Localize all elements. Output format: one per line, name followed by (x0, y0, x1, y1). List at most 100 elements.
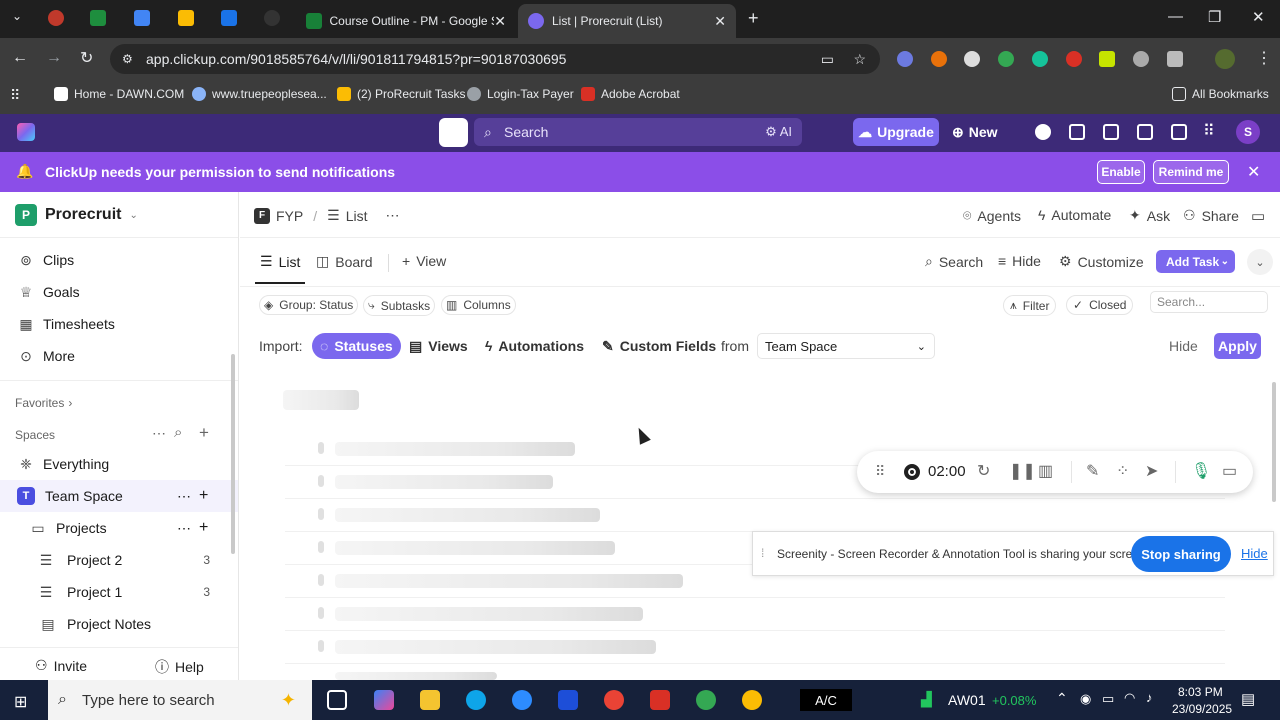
more-dots-icon[interactable]: ⋯ (177, 520, 191, 537)
chrome-icon[interactable] (696, 690, 716, 710)
breadcrumb-list[interactable]: List (346, 208, 368, 224)
new-tab-icon[interactable]: + (748, 8, 759, 29)
clickup-logo-icon[interactable] (17, 123, 35, 141)
tab-list[interactable]: ☰ List (260, 253, 300, 270)
pinned-tab-icon[interactable] (221, 10, 237, 26)
volume-icon[interactable]: ♪ (1146, 690, 1153, 705)
check-circle-icon[interactable] (1035, 124, 1051, 140)
columns-button[interactable]: ▥ Columns (441, 295, 516, 315)
trash-icon[interactable]: ▥ (1038, 461, 1053, 481)
chrome-icon[interactable] (604, 690, 624, 710)
pencil-icon[interactable]: ✎ (1086, 461, 1099, 481)
zoom-icon[interactable] (512, 690, 532, 710)
invite-button[interactable]: ⚇ Invite (35, 657, 87, 674)
pinned-tab-icon[interactable] (134, 10, 150, 26)
microphone-icon[interactable]: 🎙 (1191, 461, 1211, 481)
reload-icon[interactable]: ↻ (80, 48, 93, 68)
bookmark-star-icon[interactable]: ☆ (853, 51, 866, 68)
favorites-header[interactable]: Favorites › (15, 396, 72, 410)
task-view-icon[interactable] (327, 690, 347, 710)
add-icon[interactable]: + (199, 519, 208, 537)
sidebar-item-projects-folder[interactable]: ▭ Projects ⋯ + (0, 512, 238, 544)
tray-chevron-icon[interactable]: ⌃ (1056, 690, 1068, 707)
close-tab-icon[interactable]: ✕ (494, 13, 506, 30)
customize-button[interactable]: ⚙ Customize (1059, 253, 1144, 270)
add-space-icon[interactable]: + (199, 423, 209, 443)
clickup-search-input[interactable]: ⌕ Search ⚙ AI (474, 118, 802, 146)
extension-icon[interactable] (964, 51, 980, 67)
bookmark-item[interactable]: www.truepeoplesea... (192, 87, 327, 101)
tab-course-outline[interactable]: Course Outline - PM - Google S ✕ (296, 4, 516, 38)
bookmark-item[interactable]: Home - DAWN.COM (54, 87, 184, 101)
back-icon[interactable]: ← (12, 49, 28, 67)
bookmark-item[interactable]: (2) ProRecruit Tasks (337, 87, 465, 101)
stock-label[interactable]: AW01 (948, 692, 986, 708)
collapse-icon[interactable]: ⌄ (1247, 249, 1273, 275)
pinned-tab-icon[interactable] (264, 10, 280, 26)
taskbar-search-input[interactable]: ⌕ Type here to search ✦ (48, 680, 312, 720)
apps-grid-icon[interactable]: ⠿ (1203, 121, 1215, 141)
more-dots-icon[interactable]: ⋯ (152, 425, 166, 442)
restart-icon[interactable]: ↻ (977, 461, 990, 481)
more-dots-icon[interactable]: ⋯ (385, 207, 399, 224)
remind-me-button[interactable]: Remind me (1153, 160, 1229, 184)
stop-sharing-button[interactable]: Stop sharing (1131, 536, 1231, 572)
extension-icon[interactable] (897, 51, 913, 67)
apps-grid-icon[interactable]: ⠿ (10, 87, 20, 104)
enable-button[interactable]: Enable (1097, 160, 1145, 184)
minimize-icon[interactable]: — (1168, 8, 1183, 25)
import-custom-fields-chip[interactable]: ✎ Custom Fields (594, 333, 724, 359)
all-bookmarks[interactable]: All Bookmarks (1172, 87, 1269, 101)
hide-button[interactable]: ≡ Hide (998, 253, 1041, 269)
import-automations-chip[interactable]: ϟ Automations (477, 333, 592, 359)
bookmark-item[interactable]: Login-Tax Payer (467, 87, 574, 101)
install-icon[interactable]: ▭ (821, 51, 834, 68)
url-field[interactable]: ⚙ app.clickup.com/9018585764/v/l/li/9018… (110, 44, 880, 74)
doc-icon[interactable] (1171, 124, 1187, 140)
extension-icon[interactable] (998, 51, 1014, 67)
ac-widget[interactable]: A/C (800, 689, 852, 711)
extension-icon[interactable] (1066, 51, 1082, 67)
acrobat-icon[interactable] (650, 690, 670, 710)
tab-board[interactable]: ◫ Board (316, 253, 373, 270)
close-banner-icon[interactable]: ✕ (1247, 162, 1260, 182)
pinned-tab-icon[interactable] (48, 10, 64, 26)
main-scrollbar[interactable] (1272, 382, 1276, 502)
chrome-icon[interactable] (742, 690, 762, 710)
group-status-button[interactable]: ◈ Group: Status (259, 295, 359, 315)
site-info-icon[interactable]: ⚙ (122, 52, 133, 66)
extensions-puzzle-icon[interactable] (1167, 51, 1183, 67)
sidebar-item-goals[interactable]: ♕ Goals (0, 276, 238, 308)
import-source-select[interactable]: Team Space ⌄ (757, 333, 935, 359)
more-dots-icon[interactable]: ⋯ (177, 488, 191, 505)
forward-icon[interactable]: → (46, 49, 62, 67)
import-views-chip[interactable]: ▤ Views (401, 333, 476, 359)
breadcrumb-space[interactable]: FYP (276, 208, 303, 224)
user-avatar[interactable]: S (1236, 120, 1260, 144)
battery-icon[interactable]: ▭ (1102, 691, 1114, 707)
sidebar-item-everything[interactable]: ❈ Everything (0, 448, 238, 480)
ask-button[interactable]: ✦ Ask (1129, 207, 1170, 224)
pinned-tab-icon[interactable] (90, 10, 106, 26)
chevron-down-icon[interactable]: ⌄ (1221, 256, 1229, 267)
automate-button[interactable]: ϟ Automate (1038, 207, 1111, 223)
blur-grid-icon[interactable]: ⁘ (1116, 461, 1129, 481)
drag-handle-icon[interactable]: ⠿ (875, 463, 885, 480)
notepad-icon[interactable] (1069, 124, 1085, 140)
extension-icon[interactable] (1099, 51, 1115, 67)
extension-icon[interactable] (931, 51, 947, 67)
agents-button[interactable]: ⌾ Agents (963, 207, 1021, 224)
wifi-icon[interactable]: ◠ (1124, 690, 1135, 706)
maximize-icon[interactable]: ❐ (1208, 8, 1221, 26)
hide-share-link[interactable]: Hide (1241, 546, 1268, 561)
workspace-switcher[interactable]: P Prorecruit ⌄ (15, 204, 138, 226)
subtasks-button[interactable]: ⤷ Subtasks (363, 295, 436, 316)
sidebar-scrollbar[interactable] (231, 354, 235, 554)
drag-handle-icon[interactable]: ⁞ (761, 546, 764, 560)
file-explorer-icon[interactable] (420, 690, 440, 710)
sidebar-item-project-2[interactable]: ☰ Project 2 3 (0, 544, 238, 576)
sidebar-item-project-notes[interactable]: ▤ Project Notes (0, 608, 238, 640)
help-button[interactable]: ⓘ Help (155, 657, 204, 677)
sidebar-item-clips[interactable]: ⊚ Clips (0, 244, 238, 276)
pinned-tab-icon[interactable] (178, 10, 194, 26)
